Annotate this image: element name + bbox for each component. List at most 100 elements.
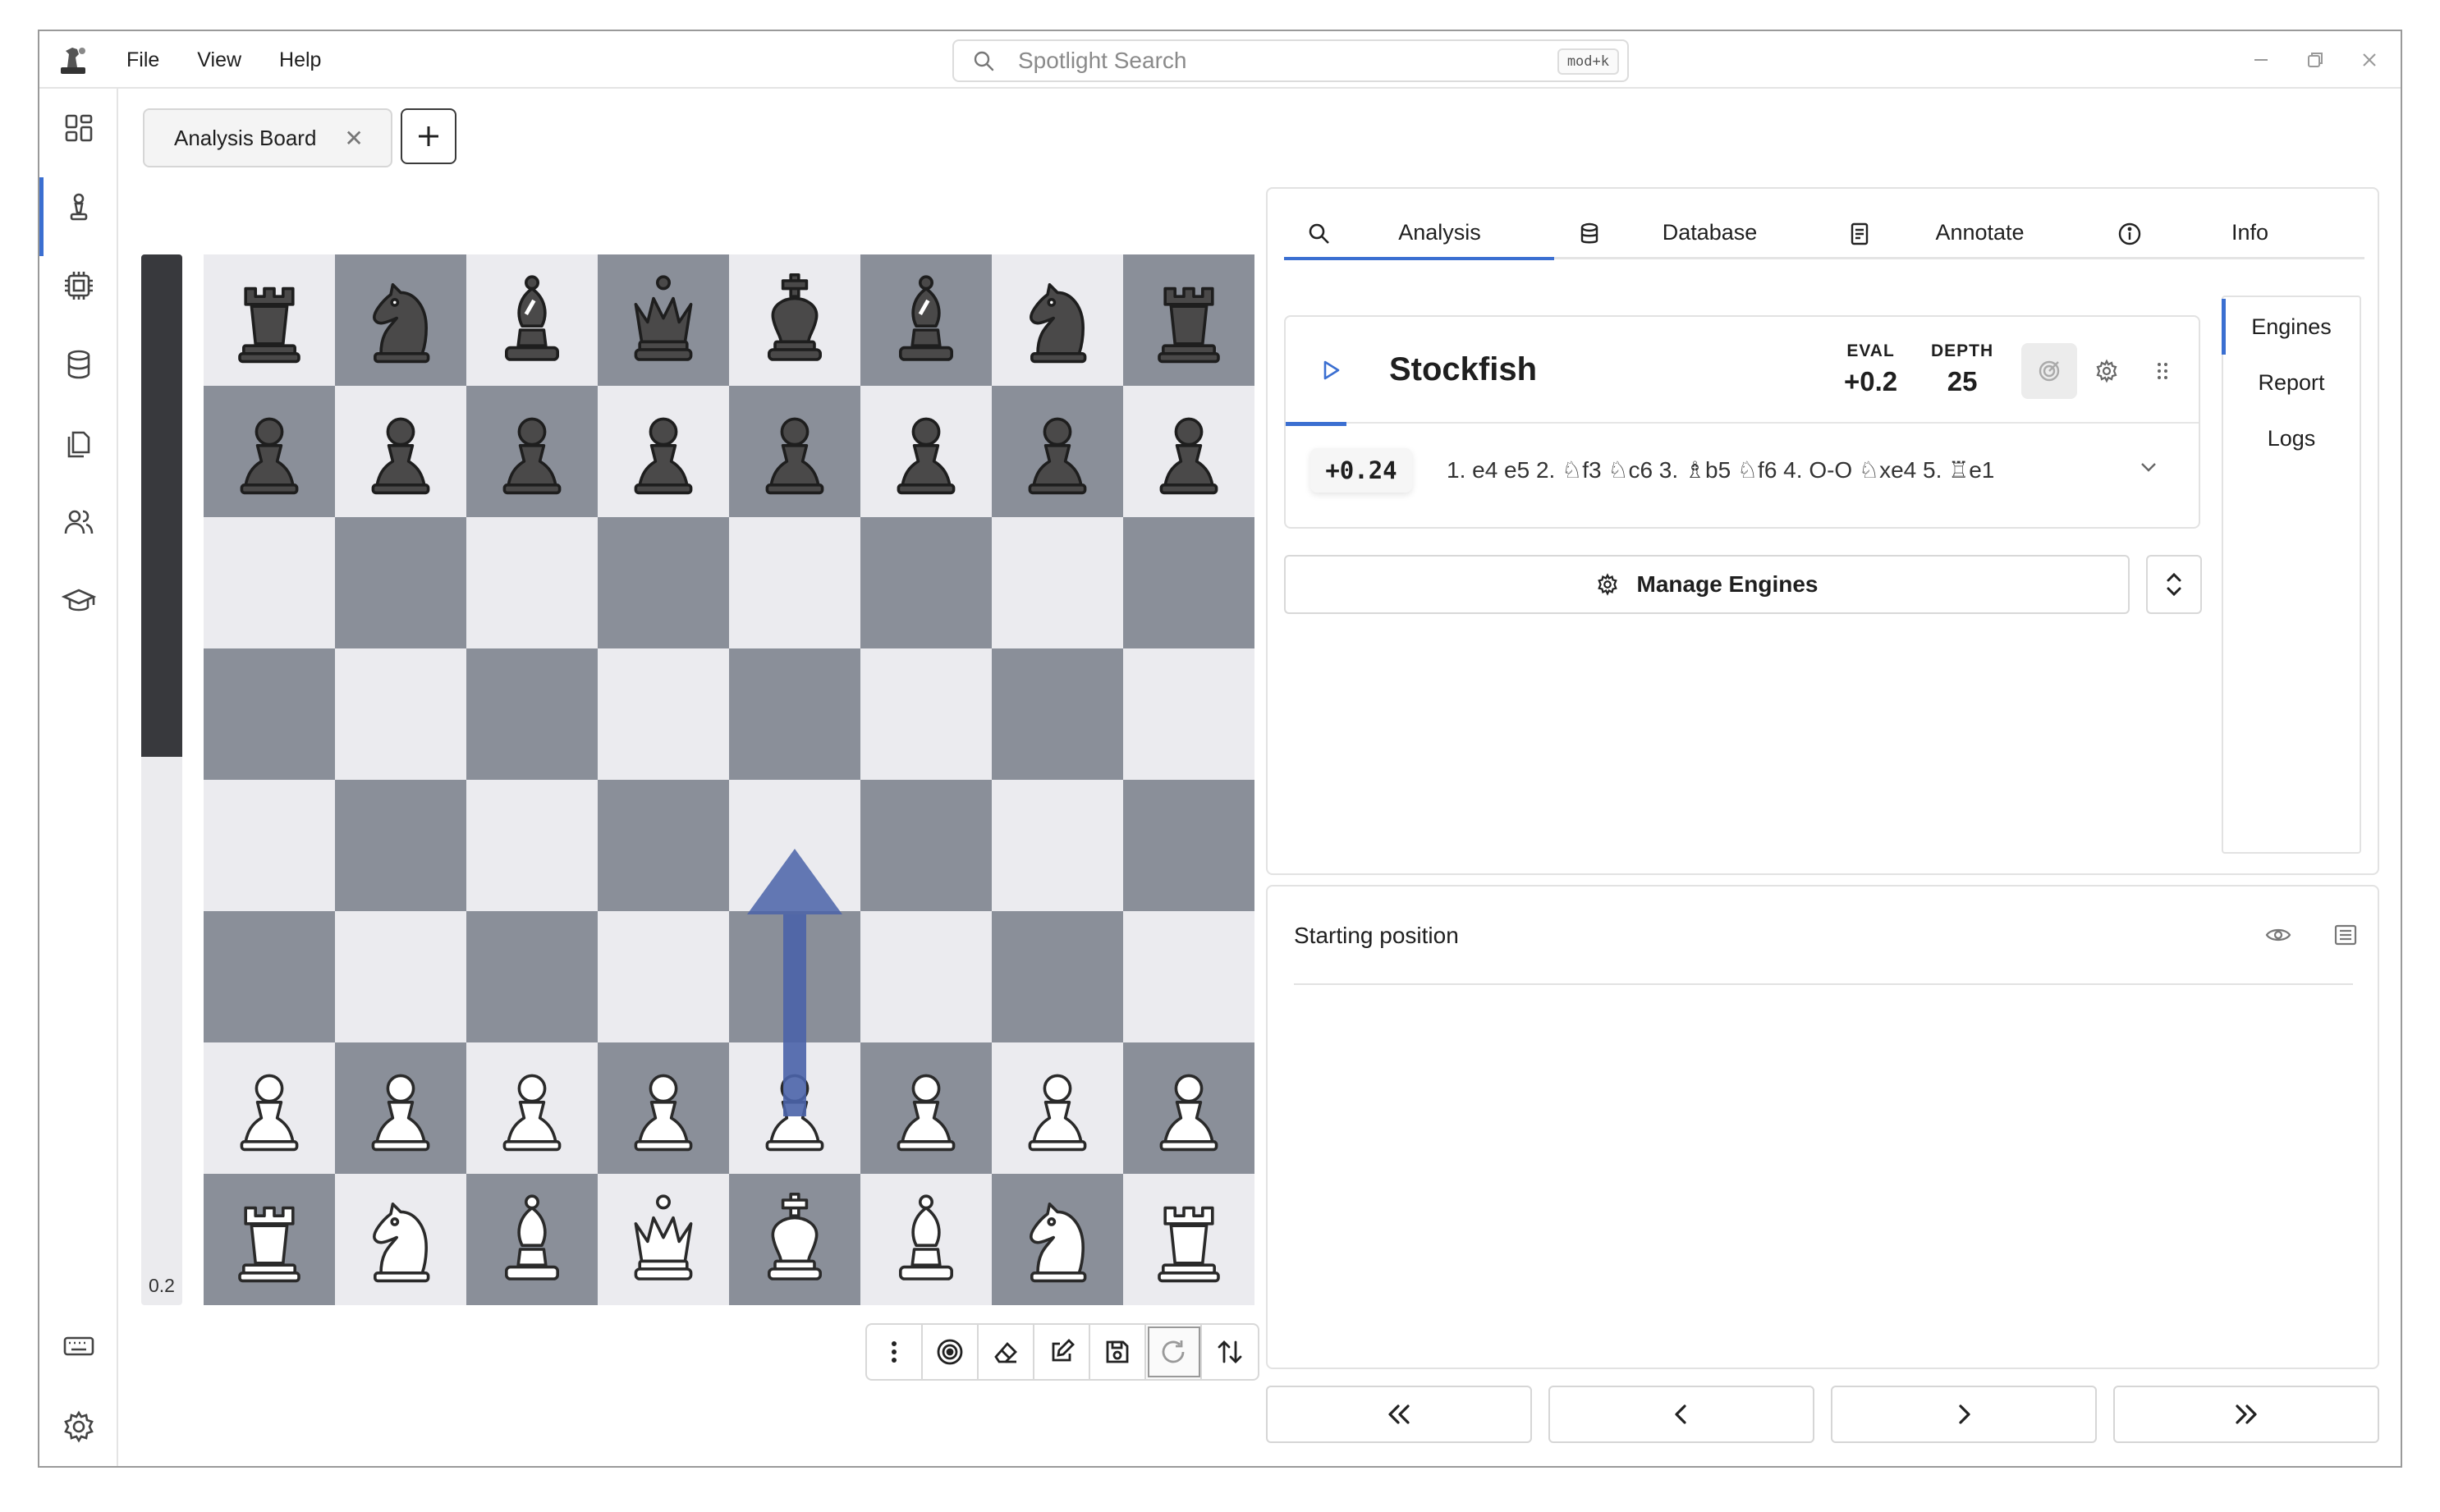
square-h4[interactable] (1123, 780, 1254, 911)
square-e3[interactable] (729, 911, 860, 1042)
square-d3[interactable] (598, 911, 729, 1042)
square-b4[interactable] (335, 780, 466, 911)
expand-collapse-button[interactable] (2146, 555, 2202, 614)
side-tab-logs[interactable]: Logs (2223, 410, 2360, 466)
minimize-button[interactable] (2246, 45, 2276, 75)
white-bishop-icon[interactable] (483, 1190, 581, 1289)
tab-database[interactable]: Database (1554, 207, 1824, 258)
square-g3[interactable] (992, 911, 1123, 1042)
drag-handle[interactable] (2135, 343, 2190, 399)
black-knight-icon[interactable] (351, 271, 450, 369)
sidebar-item-keyboard[interactable] (39, 1317, 118, 1376)
square-c8[interactable] (466, 254, 598, 386)
play-icon[interactable] (1319, 358, 1343, 383)
square-a4[interactable] (204, 780, 335, 911)
square-e6[interactable] (729, 517, 860, 648)
tab-info[interactable]: Info (2094, 207, 2364, 258)
tab-analysis[interactable]: Analysis (1284, 207, 1554, 260)
square-a7[interactable] (204, 386, 335, 517)
square-c7[interactable] (466, 386, 598, 517)
white-pawn-icon[interactable] (483, 1059, 581, 1157)
sidebar-item-engines[interactable] (39, 256, 118, 315)
square-e2[interactable] (729, 1042, 860, 1174)
black-queen-icon[interactable] (614, 271, 713, 369)
tab-annotate[interactable]: Annotate (1824, 207, 2094, 258)
square-f5[interactable] (860, 648, 992, 780)
square-h8[interactable] (1123, 254, 1254, 386)
edit-position-button[interactable] (1034, 1325, 1090, 1379)
previous-move-button[interactable] (1548, 1386, 1814, 1443)
square-b2[interactable] (335, 1042, 466, 1174)
square-d1[interactable] (598, 1174, 729, 1305)
reload-button[interactable] (1146, 1325, 1202, 1379)
white-pawn-icon[interactable] (614, 1059, 713, 1157)
square-g7[interactable] (992, 386, 1123, 517)
square-b7[interactable] (335, 386, 466, 517)
sidebar-item-databases[interactable] (39, 335, 118, 394)
square-f2[interactable] (860, 1042, 992, 1174)
menu-file[interactable]: File (126, 48, 159, 72)
square-h2[interactable] (1123, 1042, 1254, 1174)
square-d8[interactable] (598, 254, 729, 386)
black-pawn-icon[interactable] (614, 402, 713, 501)
close-window-button[interactable] (2355, 45, 2384, 75)
square-e7[interactable] (729, 386, 860, 517)
white-bishop-icon[interactable] (877, 1190, 975, 1289)
black-rook-icon[interactable] (220, 271, 319, 369)
square-g4[interactable] (992, 780, 1123, 911)
square-e8[interactable] (729, 254, 860, 386)
square-h5[interactable] (1123, 648, 1254, 780)
white-pawn-icon[interactable] (877, 1059, 975, 1157)
square-h6[interactable] (1123, 517, 1254, 648)
save-button[interactable] (1090, 1325, 1146, 1379)
menu-view[interactable]: View (197, 48, 241, 72)
square-h1[interactable] (1123, 1174, 1254, 1305)
list-icon[interactable] (2332, 921, 2360, 949)
white-knight-icon[interactable] (1008, 1190, 1107, 1289)
square-f7[interactable] (860, 386, 992, 517)
square-c4[interactable] (466, 780, 598, 911)
white-queen-icon[interactable] (614, 1190, 713, 1289)
square-c3[interactable] (466, 911, 598, 1042)
engine-settings-button[interactable] (2079, 343, 2135, 399)
tab-close-icon[interactable]: ✕ (344, 125, 363, 152)
white-knight-icon[interactable] (351, 1190, 450, 1289)
spotlight-search-input[interactable]: Spotlight Search mod+k (952, 39, 1629, 82)
square-b8[interactable] (335, 254, 466, 386)
sidebar-item-settings[interactable] (39, 1397, 118, 1456)
more-options-button[interactable] (867, 1325, 923, 1379)
black-pawn-icon[interactable] (1008, 402, 1107, 501)
side-tab-engines[interactable]: Engines (2222, 299, 2360, 355)
restore-button[interactable] (2300, 45, 2330, 75)
principal-variation[interactable]: 1. e4 e5 2. ♘f3 ♘c6 3. ♗b5 ♘f6 4. O-O ♘x… (1447, 456, 1994, 483)
square-e4[interactable] (729, 780, 860, 911)
square-h3[interactable] (1123, 911, 1254, 1042)
square-g8[interactable] (992, 254, 1123, 386)
square-g6[interactable] (992, 517, 1123, 648)
arrow-right-icon[interactable] (2399, 921, 2402, 949)
square-a8[interactable] (204, 254, 335, 386)
sidebar-item-learn[interactable] (39, 571, 118, 630)
clear-board-button[interactable] (979, 1325, 1034, 1379)
go-to-start-button[interactable] (1266, 1386, 1532, 1443)
white-pawn-icon[interactable] (220, 1059, 319, 1157)
square-d6[interactable] (598, 517, 729, 648)
white-rook-icon[interactable] (1140, 1190, 1238, 1289)
square-b3[interactable] (335, 911, 466, 1042)
square-f1[interactable] (860, 1174, 992, 1305)
square-a5[interactable] (204, 648, 335, 780)
black-bishop-icon[interactable] (483, 271, 581, 369)
square-a1[interactable] (204, 1174, 335, 1305)
square-b5[interactable] (335, 648, 466, 780)
square-c2[interactable] (466, 1042, 598, 1174)
square-a2[interactable] (204, 1042, 335, 1174)
square-c5[interactable] (466, 648, 598, 780)
square-d7[interactable] (598, 386, 729, 517)
square-a3[interactable] (204, 911, 335, 1042)
square-d4[interactable] (598, 780, 729, 911)
black-pawn-icon[interactable] (220, 402, 319, 501)
square-c1[interactable] (466, 1174, 598, 1305)
white-pawn-icon[interactable] (1008, 1059, 1107, 1157)
square-d5[interactable] (598, 648, 729, 780)
flip-board-button[interactable] (1202, 1325, 1258, 1379)
